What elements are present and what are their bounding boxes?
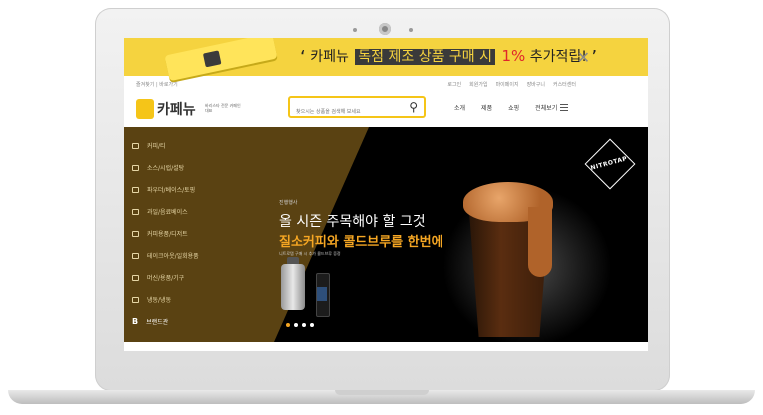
slider-dot-4[interactable] bbox=[310, 323, 314, 327]
logo-text[interactable]: 카페뉴 bbox=[157, 99, 196, 119]
fruit-icon bbox=[132, 208, 139, 215]
promo-banner[interactable]: ‘ 카페뉴 독점 제조 상품 구매 시 1% 추가적립! ’ ✕ bbox=[124, 38, 648, 82]
sidebar-item-label: 파우더/베이스/토핑 bbox=[147, 187, 196, 194]
hero-section: 커피/티 소스/시럽/설탕 파우더/베이스/토핑 과일/음료베이스 커피용품/디… bbox=[124, 127, 648, 342]
logo-icon[interactable] bbox=[136, 99, 154, 119]
slider-dot-2[interactable] bbox=[294, 323, 298, 327]
header: 카페뉴 바리스타 전문 카페인 대표 ⚲ 소개 제품 쇼핑 전체보기 bbox=[124, 90, 648, 126]
machine-icon bbox=[132, 274, 139, 281]
utility-bar: 즐겨찾기 | 바로가기 로그인 회원가입 마이페이지 장바구니 커스터센터 bbox=[124, 78, 648, 90]
menu-icon bbox=[560, 104, 569, 111]
sidebar-item-label: 브랜드관 bbox=[146, 319, 169, 326]
sidebar-item-label: 커피/티 bbox=[147, 143, 166, 150]
sidebar-item-label: 테이크아웃/일회용품 bbox=[147, 253, 199, 260]
sidebar-item-label: 머신/용품/기구 bbox=[147, 275, 185, 282]
phone-image bbox=[164, 38, 278, 82]
slider-dots bbox=[286, 323, 314, 327]
nav-products[interactable]: 제품 bbox=[481, 103, 492, 112]
keg-image bbox=[281, 264, 305, 310]
sidebar-item-brand[interactable]: B 브랜드관 bbox=[132, 317, 168, 326]
coffee-icon bbox=[132, 142, 139, 149]
quote-mark: ‘ bbox=[300, 47, 306, 68]
shopping-bag-icon bbox=[202, 50, 222, 68]
sidebar-item-fruit[interactable]: 과일/음료베이스 bbox=[132, 207, 188, 216]
slider-dot-1[interactable] bbox=[286, 323, 290, 327]
sidebar-item-powder[interactable]: 파우더/베이스/토핑 bbox=[132, 185, 195, 194]
foam-drip bbox=[528, 207, 552, 277]
util-customer-center[interactable]: 커스터센터 bbox=[553, 81, 576, 88]
bottle-icon bbox=[132, 164, 139, 171]
sidebar-item-label: 과일/음료베이스 bbox=[147, 209, 188, 216]
camera-icon bbox=[379, 23, 391, 35]
logo-subtitle: 바리스타 전문 카페인 대표 bbox=[205, 103, 241, 113]
camera-dot bbox=[409, 28, 413, 32]
snowflake-icon bbox=[132, 296, 139, 303]
search-input[interactable] bbox=[290, 103, 402, 121]
hero-title: 올 시즌 주목해야 할 그것 bbox=[279, 214, 426, 230]
brand-icon: B bbox=[132, 317, 139, 326]
cup-icon bbox=[132, 252, 139, 259]
nav-all[interactable]: 전체보기 bbox=[535, 103, 569, 112]
screen: ‘ 카페뉴 독점 제조 상품 구매 시 1% 추가적립! ’ ✕ 즐겨찾기 | … bbox=[124, 38, 648, 351]
util-cart[interactable]: 장바구니 bbox=[527, 81, 545, 88]
util-mypage[interactable]: 마이페이지 bbox=[496, 81, 519, 88]
nav-about[interactable]: 소개 bbox=[454, 103, 465, 112]
search-icon[interactable]: ⚲ bbox=[409, 100, 418, 114]
banner-highlight: 독점 제조 상품 구매 시 bbox=[355, 49, 496, 65]
banner-brand: 카페뉴 bbox=[310, 49, 349, 65]
category-sidebar: 커피/티 소스/시럽/설탕 파우더/베이스/토핑 과일/음료베이스 커피용품/디… bbox=[124, 127, 274, 342]
nav-shop[interactable]: 쇼핑 bbox=[508, 103, 519, 112]
nav-all-label: 전체보기 bbox=[535, 105, 558, 112]
powder-icon bbox=[132, 186, 139, 193]
banner-percent: 1% bbox=[501, 47, 526, 65]
bottle-label bbox=[317, 287, 327, 301]
search-box[interactable]: ⚲ bbox=[288, 96, 426, 121]
util-signup[interactable]: 회원가입 bbox=[469, 81, 487, 88]
hero-eyebrow: 진행행사 bbox=[279, 200, 298, 206]
sidebar-item-coffee[interactable]: 커피/티 bbox=[132, 141, 166, 150]
close-icon[interactable]: ✕ bbox=[577, 48, 590, 67]
slider-dot-3[interactable] bbox=[302, 323, 306, 327]
camera-dot bbox=[353, 28, 357, 32]
util-right: 로그인 회원가입 마이페이지 장바구니 커스터센터 bbox=[447, 81, 576, 88]
sidebar-item-takeout[interactable]: 테이크아웃/일회용품 bbox=[132, 251, 199, 260]
sidebar-item-label: 커피용품/디저트 bbox=[147, 231, 188, 238]
laptop-notch bbox=[335, 390, 429, 395]
banner-text: ‘ 카페뉴 독점 제조 상품 구매 시 1% 추가적립! ’ bbox=[300, 46, 597, 68]
util-left[interactable]: 즐겨찾기 | 바로가기 bbox=[136, 81, 178, 88]
dessert-icon bbox=[132, 230, 139, 237]
sidebar-item-label: 냉동/냉동 bbox=[147, 297, 172, 304]
sidebar-item-sauce[interactable]: 소스/시럽/설탕 bbox=[132, 163, 184, 172]
sidebar-item-frozen[interactable]: 냉동/냉동 bbox=[132, 295, 171, 304]
util-login[interactable]: 로그인 bbox=[447, 81, 461, 88]
quote-mark: ’ bbox=[591, 47, 598, 68]
sidebar-item-label: 소스/시럽/설탕 bbox=[147, 165, 185, 172]
sidebar-item-dessert[interactable]: 커피용품/디저트 bbox=[132, 229, 188, 238]
sidebar-item-machine[interactable]: 머신/용품/기구 bbox=[132, 273, 184, 282]
main-nav: 소개 제품 쇼핑 전체보기 bbox=[454, 103, 569, 112]
